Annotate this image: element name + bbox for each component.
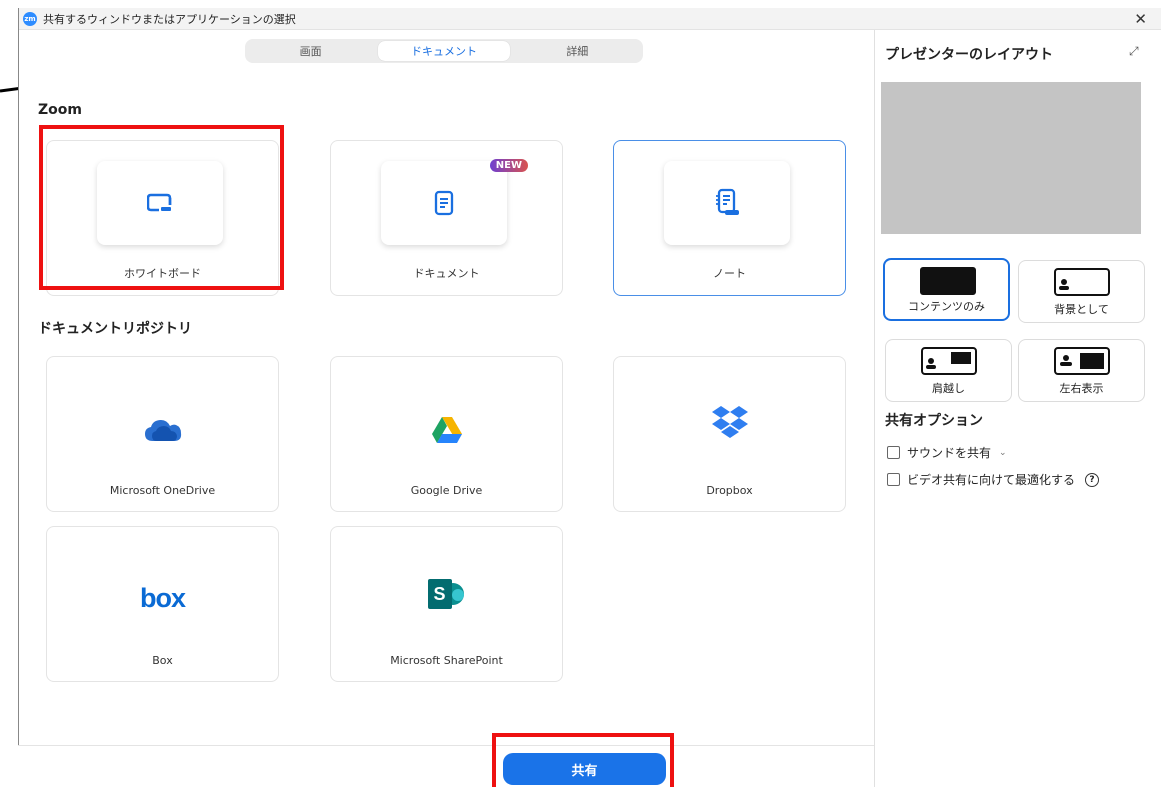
zoom-app-icon: zm bbox=[23, 11, 37, 26]
over-shoulder-icon bbox=[921, 347, 977, 375]
dropbox-card[interactable]: Dropbox bbox=[613, 356, 846, 512]
chevron-down-icon[interactable]: ⌄ bbox=[999, 448, 1007, 458]
layout-content-only-button[interactable]: コンテンツのみ bbox=[883, 258, 1010, 321]
box-card[interactable]: box Box bbox=[46, 526, 279, 682]
box-label: Box bbox=[152, 654, 173, 667]
zoom-section-title: Zoom bbox=[38, 102, 82, 118]
docs-label: ドキュメント bbox=[413, 267, 480, 280]
layout-background-label: 背景として bbox=[1054, 303, 1109, 316]
google-drive-icon bbox=[431, 417, 462, 443]
optimize-video-checkbox[interactable] bbox=[887, 473, 900, 486]
share-type-tabs: 画面 ドキュメント 詳細 bbox=[245, 39, 643, 63]
docs-icon bbox=[434, 190, 454, 216]
highlight-box-share bbox=[492, 733, 674, 787]
onedrive-icon bbox=[144, 420, 181, 441]
layout-side-by-side-button[interactable]: 左右表示 bbox=[1018, 339, 1145, 402]
notes-label: ノート bbox=[713, 267, 746, 280]
sharepoint-label: Microsoft SharePoint bbox=[390, 654, 503, 667]
side-by-side-icon bbox=[1054, 347, 1110, 375]
notes-tile bbox=[664, 161, 790, 245]
expand-icon[interactable]: ⤢ bbox=[1129, 44, 1139, 59]
optimize-video-label[interactable]: ビデオ共有に向けて最適化する bbox=[907, 471, 1075, 488]
notes-card[interactable]: ノート bbox=[613, 140, 846, 296]
google-drive-card[interactable]: Google Drive bbox=[330, 356, 563, 512]
tab-documents[interactable]: ドキュメント bbox=[378, 41, 510, 61]
onedrive-label: Microsoft OneDrive bbox=[109, 484, 216, 497]
layout-preview bbox=[881, 82, 1141, 234]
title-bar: zm 共有するウィンドウまたはアプリケーションの選択 ✕ bbox=[19, 8, 1161, 30]
sharepoint-logo-letter: S bbox=[433, 583, 446, 604]
new-badge: NEW bbox=[489, 159, 528, 172]
layout-side-by-side-label: 左右表示 bbox=[1059, 382, 1104, 395]
optimize-video-option: ビデオ共有に向けて最適化する ? bbox=[887, 471, 1100, 488]
close-icon[interactable]: ✕ bbox=[1134, 10, 1147, 28]
dropbox-label: Dropbox bbox=[706, 484, 753, 497]
docs-card[interactable]: NEW ドキュメント bbox=[330, 140, 563, 296]
share-sound-option: サウンドを共有 ⌄ bbox=[887, 444, 1007, 461]
layout-content-only-label: コンテンツのみ bbox=[908, 300, 985, 313]
sharepoint-card[interactable]: S Microsoft SharePoint bbox=[330, 526, 563, 682]
content-only-icon bbox=[920, 267, 976, 295]
repo-section-title: ドキュメントリポジトリ bbox=[38, 321, 192, 337]
help-icon[interactable]: ? bbox=[1085, 472, 1100, 487]
layout-over-shoulder-button[interactable]: 肩越し bbox=[885, 339, 1012, 402]
layout-over-shoulder-label: 肩越し bbox=[932, 382, 965, 395]
sharepoint-icon: S bbox=[427, 577, 466, 611]
background-layout-icon bbox=[1054, 268, 1110, 296]
presenter-layout-title: プレゼンターのレイアウト bbox=[885, 47, 1053, 63]
dropbox-icon bbox=[711, 406, 748, 438]
layout-background-button[interactable]: 背景として bbox=[1018, 260, 1145, 323]
box-icon: box bbox=[139, 582, 186, 613]
presenter-layout-panel: プレゼンターのレイアウト ⤢ コンテンツのみ 背景として 肩越し 左右表示 共有… bbox=[874, 30, 1161, 787]
docs-tile bbox=[381, 161, 507, 245]
google-drive-label: Google Drive bbox=[410, 484, 483, 497]
window-title: 共有するウィンドウまたはアプリケーションの選択 bbox=[43, 12, 296, 26]
tab-advanced[interactable]: 詳細 bbox=[512, 39, 643, 63]
share-sound-label[interactable]: サウンドを共有 bbox=[907, 444, 991, 461]
dialog-footer bbox=[18, 745, 874, 787]
highlight-box-whiteboard bbox=[39, 125, 284, 290]
tab-screen[interactable]: 画面 bbox=[245, 39, 376, 63]
onedrive-card[interactable]: Microsoft OneDrive bbox=[46, 356, 279, 512]
notes-icon bbox=[716, 188, 739, 215]
share-options-title: 共有オプション bbox=[885, 413, 983, 429]
share-sound-checkbox[interactable] bbox=[887, 446, 900, 459]
